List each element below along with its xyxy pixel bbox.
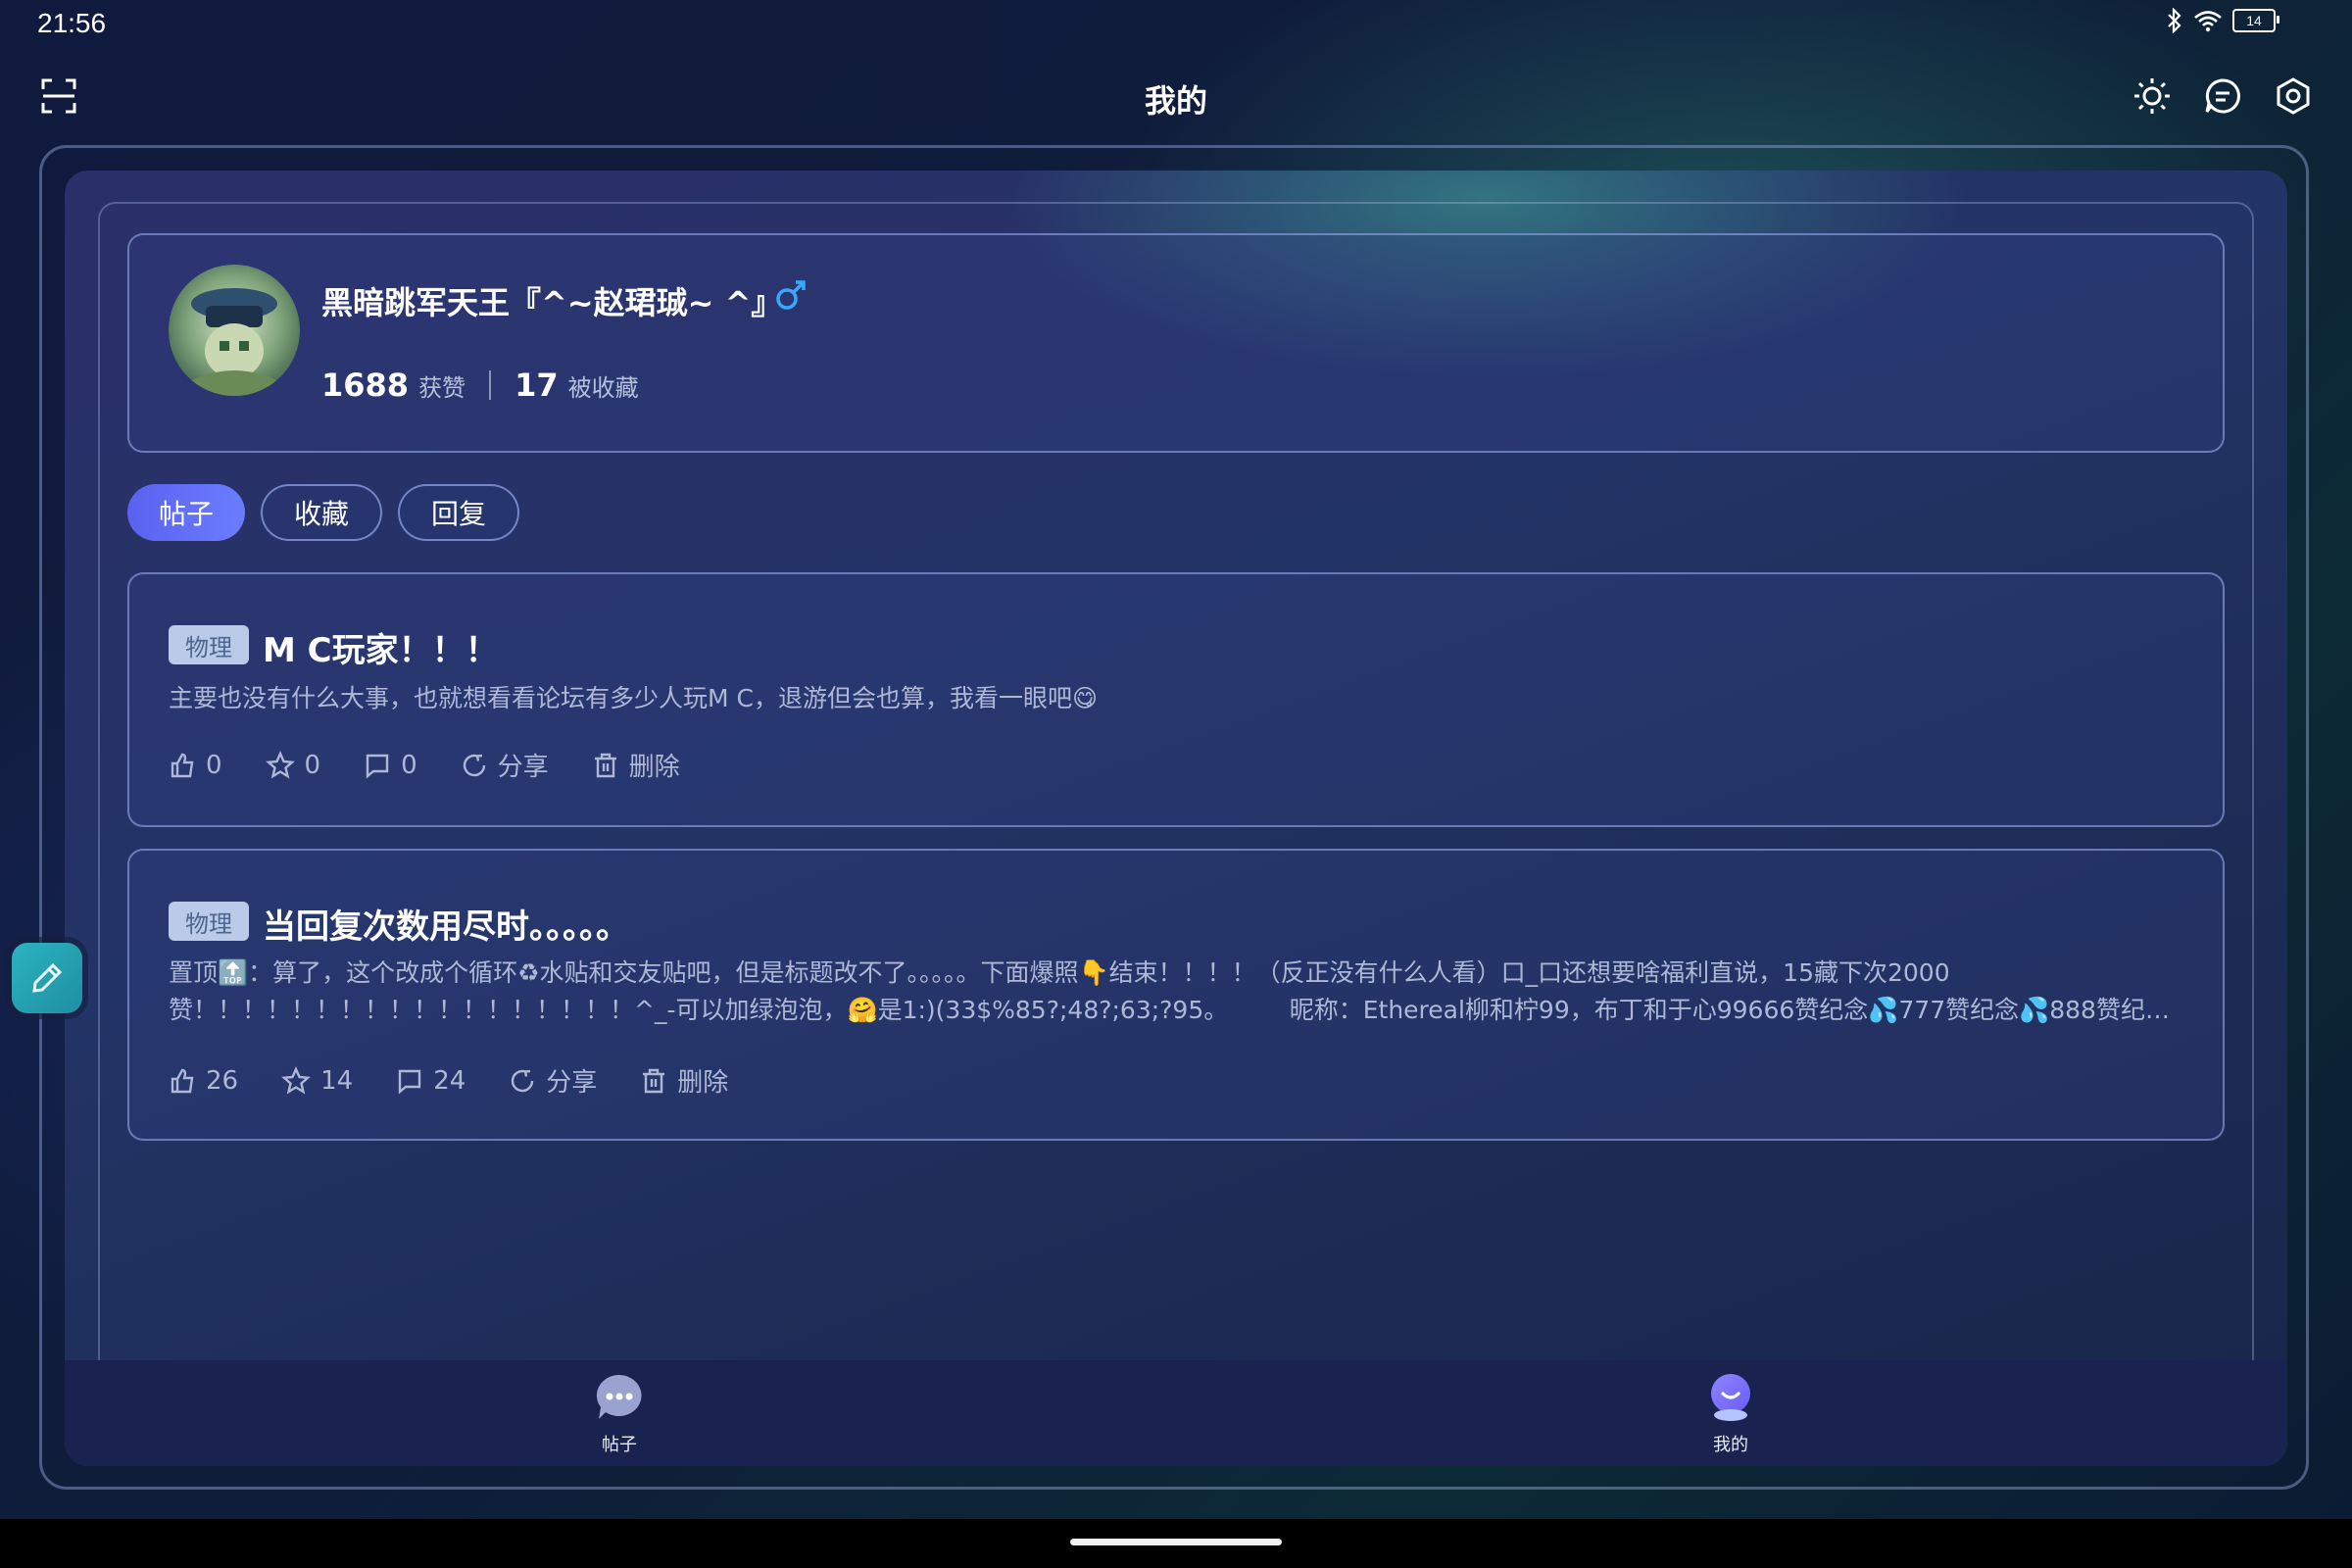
delete-button[interactable]: 删除	[640, 1062, 728, 1099]
delete-label: 删除	[628, 753, 680, 782]
profile-icon	[1711, 1374, 1750, 1421]
star-button[interactable]: 0	[265, 750, 321, 780]
comment-count: 0	[401, 750, 417, 780]
nav-label-profile: 我的	[1713, 1435, 1748, 1455]
edit-post-button[interactable]	[12, 943, 82, 1013]
post-body: 主要也没有什么大事，也就想看看论坛有多少人玩M C，退游但会也算，我看一眼吧😋	[169, 684, 1099, 712]
star-count: 0	[304, 750, 321, 780]
bluetooth-icon	[2168, 8, 2181, 33]
chat-bubble-icon	[596, 1374, 642, 1419]
bottom-nav: 帖子 我的	[65, 1360, 2287, 1466]
post-card[interactable]: 物理 当回复次数用尽时。。。。。 置顶🔝：算了，这个改成个循环♻水贴和交友贴吧，…	[127, 849, 2225, 1141]
post-tag[interactable]: 物理	[169, 902, 249, 941]
wifi-icon	[2194, 11, 2222, 32]
like-count: 26	[206, 1065, 239, 1096]
tab-replies[interactable]: 回复	[398, 484, 519, 541]
nav-item-posts[interactable]: 帖子	[561, 1372, 678, 1456]
top-bar: 我的	[0, 61, 2352, 131]
likes-label: 获赞	[418, 374, 466, 402]
star-button[interactable]: 14	[281, 1066, 353, 1096]
comment-count: 24	[433, 1065, 466, 1096]
post-body: 置顶🔝：算了，这个改成个循环♻水贴和交友贴吧，但是标题改不了。。。。。下面爆照👇…	[169, 958, 2170, 1024]
stats-divider	[489, 370, 492, 400]
tab-posts[interactable]: 帖子	[127, 484, 245, 541]
status-bar: 21:56 14	[0, 0, 2352, 49]
thumbs-up-icon	[171, 753, 194, 777]
avatar[interactable]	[169, 265, 300, 396]
thumbs-up-icon	[171, 1068, 194, 1093]
share-icon	[463, 754, 485, 776]
delete-button[interactable]: 删除	[592, 747, 680, 783]
post-actions: 0 0 0 分享 删除	[169, 747, 723, 783]
message-icon[interactable]	[2197, 71, 2248, 122]
pen-icon	[32, 962, 63, 993]
battery-indicator: 14	[2232, 9, 2279, 32]
like-button[interactable]: 26	[169, 1066, 238, 1096]
likes-count: 1688	[321, 367, 410, 404]
comment-icon	[398, 1069, 421, 1095]
post-tag[interactable]: 物理	[169, 625, 249, 664]
share-icon	[512, 1069, 534, 1092]
post-actions: 26 14 24 分享 删除	[169, 1062, 771, 1099]
comment-button[interactable]: 0	[364, 751, 417, 780]
like-button[interactable]: 0	[169, 751, 222, 780]
male-gender-icon	[774, 278, 808, 316]
username: 黑暗跳军天王『^~赵珺珹~ ^』	[321, 284, 783, 321]
share-button[interactable]: 分享	[509, 1062, 597, 1099]
post-title[interactable]: M C玩家！！！	[263, 623, 499, 671]
status-icons: 14	[2166, 8, 2279, 33]
brightness-icon[interactable]	[2127, 71, 2178, 122]
nav-item-profile[interactable]: 我的	[1672, 1372, 1789, 1456]
home-indicator[interactable]	[1070, 1539, 1282, 1545]
comment-button[interactable]: 24	[396, 1066, 466, 1096]
post-card[interactable]: 物理 M C玩家！！！ 主要也没有什么大事，也就想看看论坛有多少人玩M C，退游…	[127, 572, 2225, 827]
star-icon	[265, 750, 295, 778]
comment-icon	[366, 754, 389, 779]
page-title: 我的	[1144, 82, 1207, 120]
tab-favorites[interactable]: 收藏	[261, 484, 382, 541]
favorites-label: 被收藏	[567, 374, 639, 402]
favorites-count: 17	[514, 367, 559, 404]
profile-card[interactable]: 黑暗跳军天王『^~赵珺珹~ ^』 1688 获赞 17 被收藏	[127, 233, 2225, 453]
star-count: 14	[320, 1065, 354, 1096]
delete-label: 删除	[677, 1068, 729, 1098]
star-icon	[281, 1065, 311, 1094]
share-label: 分享	[546, 1068, 598, 1098]
trash-icon	[594, 753, 616, 777]
trash-icon	[643, 1068, 665, 1093]
profile-stats: 1688 获赞 17 被收藏	[321, 367, 639, 404]
settings-icon[interactable]	[2268, 71, 2319, 122]
nav-label-posts: 帖子	[602, 1435, 637, 1455]
post-title[interactable]: 当回复次数用尽时。。。。。	[263, 900, 629, 948]
like-count: 0	[206, 750, 222, 780]
share-button[interactable]: 分享	[461, 747, 549, 783]
share-label: 分享	[497, 753, 549, 782]
status-time: 21:56	[37, 8, 107, 38]
